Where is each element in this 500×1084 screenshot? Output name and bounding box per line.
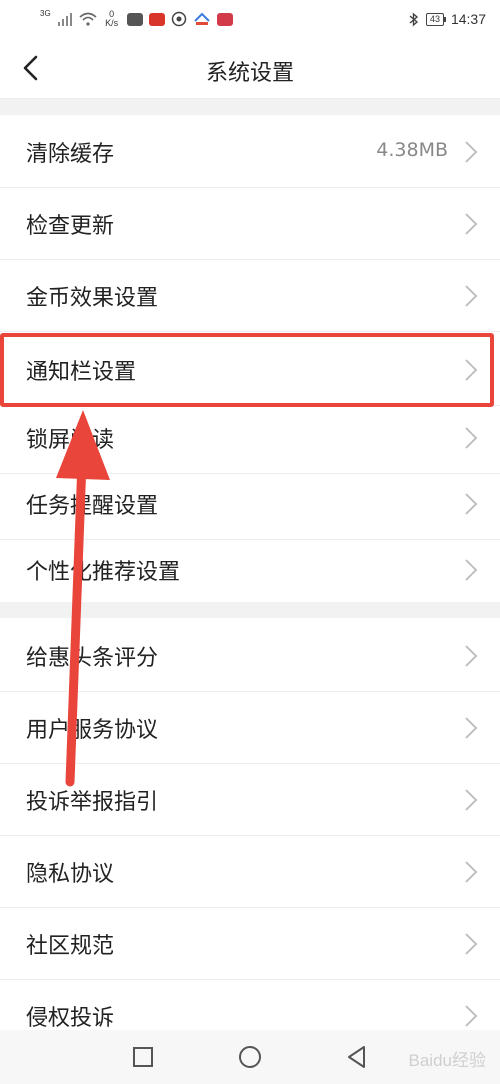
- status-right: 43 14:37: [409, 8, 486, 30]
- home-circle-icon[interactable]: [237, 1044, 263, 1070]
- watermark-text: Baidu经验: [408, 1051, 486, 1070]
- system-nav-bar: Baidu经验: [0, 1030, 500, 1084]
- item-label: 个性化推荐设置: [26, 560, 181, 585]
- section-gap: [0, 99, 500, 115]
- coin-effect-settings-item[interactable]: 金币效果设置: [0, 260, 500, 332]
- chevron-right-icon: [465, 717, 478, 739]
- status-left: 3G 0 K/s: [40, 8, 233, 30]
- chevron-right-icon: [465, 359, 478, 381]
- item-label: 锁屏阅读: [26, 428, 115, 453]
- chevron-right-icon: [465, 285, 478, 307]
- clear-cache-item[interactable]: 清除缓存 4.38MB: [0, 116, 500, 188]
- chevron-right-icon: [465, 493, 478, 515]
- back-triangle-icon[interactable]: [344, 1044, 370, 1070]
- item-label: 清除缓存: [26, 142, 115, 167]
- chevron-right-icon: [465, 559, 478, 581]
- app-notification-icon: [216, 12, 233, 26]
- item-label: 任务提醒设置: [26, 494, 159, 519]
- lock-screen-reading-item[interactable]: 锁屏阅读: [0, 402, 500, 474]
- privacy-policy-item[interactable]: 隐私协议: [0, 836, 500, 908]
- chevron-right-icon: [465, 933, 478, 955]
- network-speed-unit: K/s: [105, 18, 119, 28]
- network-speed: 0 K/s: [103, 10, 121, 28]
- divider: [0, 331, 500, 332]
- recent-apps-square-icon[interactable]: [130, 1044, 156, 1070]
- item-label: 通知栏设置: [26, 360, 137, 385]
- item-label: 检查更新: [26, 214, 115, 239]
- item-label: 侵权投诉: [26, 1006, 115, 1031]
- check-update-item[interactable]: 检查更新: [0, 188, 500, 260]
- app-header: 系统设置: [0, 40, 500, 99]
- personalized-recommendation-settings-item[interactable]: 个性化推荐设置: [0, 534, 500, 602]
- item-label: 给惠头条评分: [26, 646, 159, 671]
- chevron-right-icon: [465, 141, 478, 163]
- chevron-right-icon: [465, 861, 478, 883]
- item-label: 社区规范: [26, 934, 115, 959]
- notification-bar-settings-item[interactable]: 通知栏设置: [0, 334, 500, 406]
- chevron-right-icon: [465, 427, 478, 449]
- wifi-icon: [79, 12, 97, 26]
- page-title: 系统设置: [205, 61, 294, 86]
- rate-app-item[interactable]: 给惠头条评分: [0, 620, 500, 692]
- community-rules-item[interactable]: 社区规范: [0, 908, 500, 980]
- network-type: 3G: [40, 9, 51, 18]
- status-time: 14:37: [450, 11, 486, 27]
- chevron-right-icon: [465, 645, 478, 667]
- chevron-right-icon: [465, 213, 478, 235]
- item-label: 用户服务协议: [26, 718, 159, 743]
- user-service-agreement-item[interactable]: 用户服务协议: [0, 692, 500, 764]
- battery-indicator: 43: [425, 12, 446, 26]
- signal-icon: [57, 13, 72, 26]
- complaint-report-guide-item[interactable]: 投诉举报指引: [0, 764, 500, 836]
- app-notification-icon: [148, 12, 165, 26]
- item-label: 隐私协议: [26, 862, 115, 887]
- app-notification-icon: [171, 11, 186, 27]
- item-label: 投诉举报指引: [26, 790, 159, 815]
- chevron-right-icon: [465, 789, 478, 811]
- bluetooth-icon: [409, 11, 419, 27]
- section-gap: [0, 602, 500, 618]
- item-label: 金币效果设置: [26, 286, 159, 311]
- app-notification-icon: [126, 12, 143, 26]
- status-bar: 3G 0 K/s 43 14:37: [0, 0, 500, 40]
- app-notification-icon: [193, 12, 210, 25]
- chevron-right-icon: [465, 1005, 478, 1027]
- cache-size-value: 4.38MB: [376, 139, 448, 161]
- task-reminder-settings-item[interactable]: 任务提醒设置: [0, 468, 500, 540]
